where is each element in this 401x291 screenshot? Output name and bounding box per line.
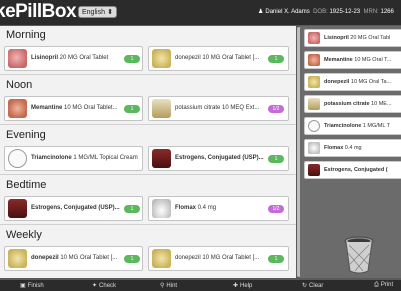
med-card[interactable]: Triamcinolone 1 MG/ML T [304, 117, 401, 135]
med-card-name: potassium citrate 10 ME... [324, 101, 392, 107]
morning-slot-2[interactable]: donepezil 10 MG Oral Tablet [... 1 [148, 46, 289, 71]
med-name: donepezil 10 MG Oral Tablet [... [175, 55, 260, 61]
pill-image [152, 149, 171, 168]
trash-icon[interactable] [343, 235, 375, 275]
bedtime-slot-2[interactable]: Flomax 0.4 mg 1/2 [148, 196, 289, 221]
section-title-bedtime: Bedtime [6, 179, 47, 191]
pill-image [8, 249, 27, 268]
dob-value: 1925-12-23 [329, 9, 361, 15]
med-name: Flomax 0.4 mg [175, 205, 217, 211]
help-button[interactable]: ✚ Help [233, 282, 252, 289]
med-name: donepezil 10 MG Oral Tablet [... [175, 255, 260, 261]
print-icon: ⎙ [374, 282, 379, 288]
med-card[interactable]: donepezil 10 MG Oral Ta... [304, 73, 401, 91]
save-icon: ▣ [20, 283, 26, 289]
dose-badge: 1 [268, 155, 284, 163]
evening-slot-2[interactable]: Estrogens, Conjugated (USP)... 1 [148, 146, 289, 171]
section-divider [0, 74, 296, 75]
med-card-name: Estrogens, Conjugated ( [324, 167, 388, 173]
dob-label: DOB: [313, 9, 328, 15]
dose-badge: 1 [124, 205, 140, 213]
chevron-down-icon: ⬍ [107, 9, 113, 16]
pillbox-panel: Morning Lisinopril 20 MG Oral Tablet 1 d… [0, 26, 296, 278]
med-card[interactable]: potassium citrate 10 ME... [304, 95, 401, 113]
bottom-toolbar: ▣ Finish ✦ Check ⚲ Hint ✚ Help ↻ Clear ⎙ Print [0, 280, 401, 291]
refresh-icon: ↻ [302, 283, 308, 289]
pill-image [308, 54, 320, 66]
hint-button[interactable]: ⚲ Hint [160, 282, 177, 289]
med-card-name: Flomax 0.4 mg [324, 145, 362, 151]
pill-image [152, 199, 171, 218]
dose-badge: 1 [124, 55, 140, 63]
med-card[interactable]: Flomax 0.4 mg [304, 139, 401, 157]
med-card[interactable]: Estrogens, Conjugated ( [304, 161, 401, 179]
finish-button[interactable]: ▣ Finish [20, 282, 44, 289]
clear-button[interactable]: ↻ Clear [302, 282, 323, 289]
help-icon: ✚ [233, 283, 239, 289]
section-title-noon: Noon [6, 79, 33, 91]
patient-info: ♟ Daniel X. Adams DOB: 1925-12-23 MRN: 12… [258, 8, 394, 15]
user-icon: ♟ [258, 9, 264, 15]
patient-name: Daniel X. Adams [265, 9, 310, 15]
app-brand: kePillBox [0, 1, 77, 22]
med-name: Lisinopril 20 MG Oral Tablet [31, 55, 109, 61]
med-name: potassium citrate 10 MEQ Ext... [175, 105, 260, 111]
pill-image [8, 199, 27, 218]
print-button[interactable]: ⎙ Print [374, 282, 393, 289]
med-name: Memantine 10 MG Oral Tablet... [31, 105, 118, 111]
pill-image [152, 49, 171, 68]
pill-image [308, 98, 320, 110]
cream-icon [308, 120, 320, 132]
med-card-name: Lisinopril 20 MG Oral Tabl [324, 35, 391, 41]
dose-badge: 1 [124, 105, 140, 113]
pill-image [308, 76, 320, 88]
med-name: Estrogens, Conjugated (USP)... [31, 205, 120, 211]
pill-image [308, 142, 320, 154]
section-divider [0, 124, 296, 125]
med-card-name: Memantine 10 MG Oral T... [324, 57, 392, 63]
section-divider [0, 224, 296, 225]
morning-slot-1[interactable]: Lisinopril 20 MG Oral Tablet 1 [4, 46, 143, 71]
magic-wand-icon: ✦ [92, 283, 98, 289]
med-card-name: Triamcinolone 1 MG/ML T [324, 123, 391, 129]
dose-badge: 1/2 [268, 105, 284, 113]
med-card-name: donepezil 10 MG Oral Ta... [324, 79, 392, 85]
section-title-evening: Evening [6, 129, 46, 141]
pill-image [152, 99, 171, 118]
dose-badge: 1/2 [268, 205, 284, 213]
pill-image [8, 99, 27, 118]
pill-image [308, 164, 320, 176]
weekly-slot-1[interactable]: donepezil 10 MG Oral Tablet [... 1 [4, 246, 143, 271]
top-bar: kePillBox English ⬍ ♟ Daniel X. Adams DOB… [0, 0, 401, 25]
med-name: Triamcinolone 1 MG/ML Topical Cream [31, 155, 138, 161]
med-name: Estrogens, Conjugated (USP)... [175, 155, 264, 161]
dose-badge: 1 [124, 255, 140, 263]
noon-slot-1[interactable]: Memantine 10 MG Oral Tablet... 1 [4, 96, 143, 121]
dose-badge: 1 [268, 255, 284, 263]
pill-image [8, 49, 27, 68]
section-title-weekly: Weekly [6, 229, 42, 241]
bedtime-slot-1[interactable]: Estrogens, Conjugated (USP)... 1 [4, 196, 143, 221]
pill-image [308, 32, 320, 44]
section-divider [0, 174, 296, 175]
med-name: donepezil 10 MG Oral Tablet [... [31, 255, 118, 261]
pill-image [152, 249, 171, 268]
evening-slot-1[interactable]: Triamcinolone 1 MG/ML Topical Cream [4, 146, 143, 171]
weekly-slot-2[interactable]: donepezil 10 MG Oral Tablet [... 1 [148, 246, 289, 271]
mrn-label: MRN: [363, 9, 379, 15]
app-window: kePillBox English ⬍ ♟ Daniel X. Adams DOB… [0, 0, 401, 291]
language-select[interactable]: English ⬍ [78, 6, 117, 18]
language-value: English [82, 9, 105, 16]
section-title-morning: Morning [6, 29, 46, 41]
cream-icon [8, 149, 27, 168]
search-icon: ⚲ [160, 283, 165, 289]
mrn-value: 1266 [380, 9, 394, 15]
med-card[interactable]: Lisinopril 20 MG Oral Tabl [304, 29, 401, 47]
dose-badge: 1 [268, 55, 284, 63]
check-button[interactable]: ✦ Check [92, 282, 116, 289]
noon-slot-2[interactable]: potassium citrate 10 MEQ Ext... 1/2 [148, 96, 289, 121]
med-card[interactable]: Memantine 10 MG Oral T... [304, 51, 401, 69]
